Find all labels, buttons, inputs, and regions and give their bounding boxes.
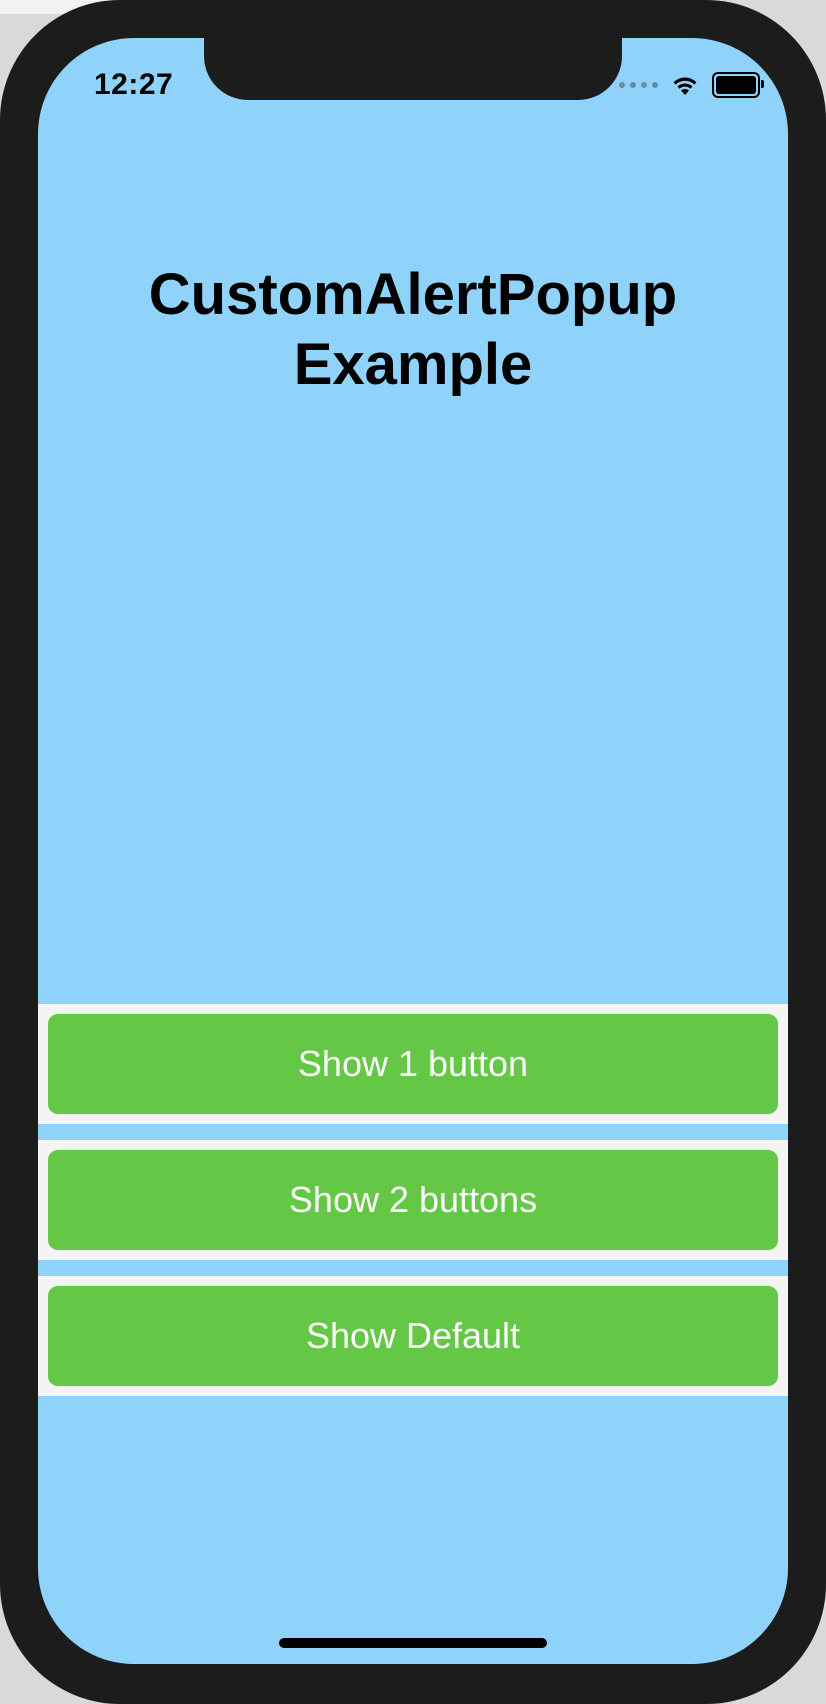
battery-icon	[712, 72, 764, 98]
show-2-buttons-button[interactable]: Show 2 buttons	[48, 1150, 778, 1250]
cellular-signal-icon	[619, 82, 658, 88]
page-title-line-1: CustomAlertPopup	[148, 262, 678, 327]
page-title: CustomAlertPopup Example	[38, 260, 788, 400]
device-notch	[204, 38, 622, 100]
show-default-button[interactable]: Show Default	[48, 1286, 778, 1386]
home-indicator[interactable]	[279, 1638, 547, 1648]
show-1-button-button[interactable]: Show 1 button	[48, 1014, 778, 1114]
app-screen: 12:27 CustomAlertPopup Example Show 1 bu…	[38, 38, 788, 1664]
button-container-2: Show 2 buttons	[38, 1140, 788, 1260]
device-frame: 12:27 CustomAlertPopup Example Show 1 bu…	[0, 0, 826, 1704]
button-container-3: Show Default	[38, 1276, 788, 1396]
status-time: 12:27	[94, 68, 174, 101]
status-indicators	[619, 72, 764, 98]
page-title-line-2: Example	[293, 332, 533, 397]
wifi-icon	[673, 77, 697, 95]
button-container-1: Show 1 button	[38, 1004, 788, 1124]
